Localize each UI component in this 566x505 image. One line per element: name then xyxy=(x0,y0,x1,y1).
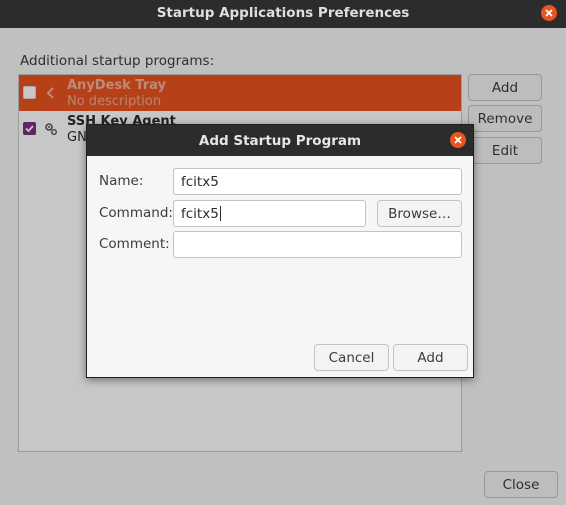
cancel-button[interactable]: Cancel xyxy=(314,344,389,371)
comment-label: Comment: xyxy=(99,236,170,252)
window-close-icon[interactable] xyxy=(541,5,557,21)
command-field-value: fcitx5 xyxy=(181,205,219,222)
dialog-close-icon[interactable] xyxy=(450,132,466,148)
command-field[interactable]: fcitx5 xyxy=(173,200,366,227)
name-label: Name: xyxy=(99,173,144,189)
dialog-title: Add Startup Program xyxy=(198,133,362,149)
text-caret xyxy=(219,206,221,221)
add-startup-program-dialog: Add Startup Program Name: fcitx5 Command… xyxy=(86,124,474,378)
browse-button[interactable]: Browse… xyxy=(377,200,462,227)
command-label: Command: xyxy=(99,205,173,221)
comment-field[interactable] xyxy=(173,231,462,258)
window-titlebar: Startup Applications Preferences xyxy=(0,0,566,28)
name-field[interactable]: fcitx5 xyxy=(173,168,462,195)
dialog-titlebar: Add Startup Program xyxy=(87,125,473,156)
window-title: Startup Applications Preferences xyxy=(156,5,410,21)
dialog-add-button[interactable]: Add xyxy=(393,344,468,371)
name-field-value: fcitx5 xyxy=(181,173,219,190)
